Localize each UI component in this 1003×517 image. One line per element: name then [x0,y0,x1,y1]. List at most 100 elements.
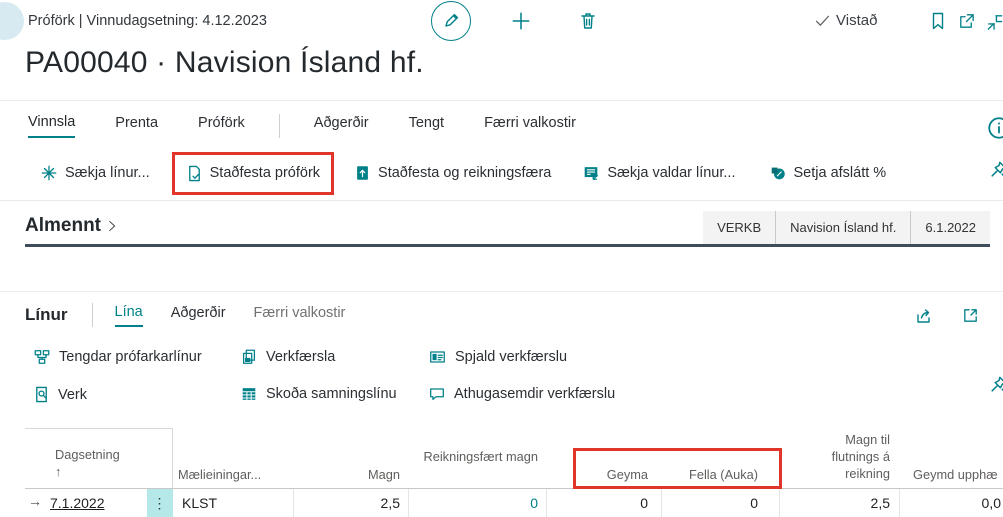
share-icon [914,306,935,326]
chevron-right-icon [105,219,119,233]
job-entry-comments-button[interactable]: Athugasemdir verkfærslu [428,385,615,403]
new-button[interactable] [510,10,532,32]
expand-table-button[interactable] [961,306,980,326]
menu-bar: Vinnsla Prenta Próförk Aðgerðir Tengt Fæ… [28,114,576,138]
fasttab-underline [25,244,990,247]
cell-border [546,489,547,517]
cell-date-link[interactable]: 7.1.2022 [50,495,105,511]
pushpin-icon [988,159,1003,180]
column-header-qty[interactable]: Magn [300,466,400,483]
cell-kept-amount[interactable]: 0,0 [905,495,1001,511]
lines-panel-header: Línur Lína Aðgerðir Færri valkostir [25,303,345,327]
get-lines-button[interactable]: Sækja línur... [40,164,150,182]
expand-icon [961,306,980,325]
tab-profork[interactable]: Próförk [198,115,245,137]
cell-border [408,489,409,517]
menu-divider [279,114,280,138]
highlight-box-confirm-proof: Staðfesta próförk [172,152,334,195]
pencil-icon [441,11,461,31]
table-top-border [25,428,173,429]
cell-keep[interactable]: 0 [548,495,648,511]
post-invoice-icon [354,164,371,182]
edit-button[interactable] [431,1,471,41]
summary-field-date[interactable]: 6.1.2022 [911,211,990,244]
bookmark-icon [929,11,947,31]
cell-drop[interactable]: 0 [640,495,758,511]
get-selected-lines-button[interactable]: Sækja valdar línur... [582,164,735,182]
discount-icon [769,164,787,182]
card-icon [428,348,447,366]
divider [0,100,1003,101]
job-entry-card-button[interactable]: Spjald verkfærslu [428,348,567,366]
divider [0,291,1003,292]
summary-field-customer[interactable]: Navision Ísland hf. [776,211,911,244]
column-header-invoiced-qty[interactable]: Reikningsfært magn [412,448,538,465]
cell-qty-to-transfer[interactable]: 2,5 [790,495,890,511]
unpin-lines-button[interactable] [988,374,1003,395]
row-more-options-button[interactable]: ⋮ [147,489,173,517]
fasttab-summary-fields: VERKB Navision Ísland hf. 6.1.2022 [703,211,990,244]
tab-prenta[interactable]: Prenta [115,115,158,137]
collapse-arrows-icon [985,13,1003,32]
pushpin-icon [988,374,1003,395]
document-search-icon [33,385,50,404]
bookmark-button[interactable] [929,11,947,31]
job-entry-button[interactable]: Verkfærsla [240,348,335,366]
page-title: PA00040 · Navision Ísland hf. [25,46,424,80]
action-bar: Sækja línur... Staðfesta próförk Staðfes… [0,148,1003,198]
cell-unit[interactable]: KLST [182,495,217,511]
lines-tab-adgerdir[interactable]: Aðgerðir [171,305,226,326]
tab-tengt[interactable]: Tengt [409,115,444,137]
info-button[interactable] [986,115,1003,141]
cell-border [661,489,662,517]
confirm-and-invoice-button[interactable]: Staðfesta og reikningsfæra [354,164,551,182]
tab-adgerdir[interactable]: Aðgerðir [314,115,369,137]
save-status: Vistað [814,12,877,29]
open-window-icon [957,12,976,31]
more-options-icon: ⋮ [153,495,168,512]
highlight-box-geyma-fella [573,448,782,489]
row-selector-arrow: → [28,493,42,509]
job-button[interactable]: Verk [33,385,87,404]
check-icon [814,12,831,29]
summary-field-job[interactable]: VERKB [703,211,776,244]
documents-icon [240,348,258,366]
divider [0,200,1003,201]
sparkle-icon [40,164,58,182]
set-discount-button[interactable]: Setja afslátt % [769,164,887,182]
sort-ascending-icon: ↑ [55,464,61,479]
delete-button[interactable] [578,10,598,32]
lines-tab-lina[interactable]: Lína [115,304,143,327]
column-header-unit[interactable]: Mælieiningar... [178,466,261,483]
tab-faerri-valkostir[interactable]: Færri valkostir [484,115,576,137]
business-central-window: Próförk | Vinnudagsetning: 4.12.2023 Vis… [0,0,1003,517]
open-in-window-button[interactable] [957,12,976,31]
cell-border [293,489,294,517]
fasttab-almennt[interactable]: Almennt [25,215,119,237]
comment-icon [428,385,446,403]
document-check-icon [186,164,203,183]
hierarchy-icon [33,348,51,366]
column-header-date[interactable]: Dagsetning ↑ [55,446,120,480]
unpin-actionbar-button[interactable] [988,159,1003,180]
page-caption: Próförk | Vinnudagsetning: 4.12.2023 [28,13,267,29]
related-proof-lines-button[interactable]: Tengdar prófarkarlínur [33,348,202,366]
cell-border [899,489,900,517]
view-contract-line-button[interactable]: Skoða samningslínu [240,385,397,403]
confirm-proof-button[interactable]: Staðfesta próförk [186,164,320,183]
collapse-button[interactable] [985,13,1003,32]
saved-label: Vistað [836,12,877,29]
cell-border [779,489,780,517]
app-badge [0,2,24,40]
lines-section-title: Línur [25,305,68,325]
trash-icon [578,10,598,32]
column-header-qty-to-transfer[interactable]: Magn til flutnings á reikning [800,431,890,482]
plus-icon [510,10,532,32]
cell-invoiced-qty-link[interactable]: 0 [412,495,538,511]
column-header-kept-amount[interactable]: Geymd upphæ [913,466,1003,483]
info-icon [986,115,1003,141]
tab-vinnsla[interactable]: Vinnsla [28,114,75,138]
share-button[interactable] [914,306,935,326]
lines-tab-faerri-valkostir[interactable]: Færri valkostir [254,305,346,326]
cell-qty[interactable]: 2,5 [300,495,400,511]
